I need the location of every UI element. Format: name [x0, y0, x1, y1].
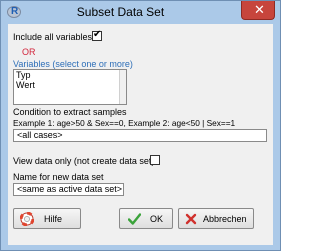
view-data-only-checkbox[interactable]: [150, 155, 160, 165]
title-bar[interactable]: R Subset Data Set ✕: [1, 1, 280, 23]
view-data-only-label: View data only (not create data set): [13, 156, 155, 166]
include-all-variables-checkbox[interactable]: ✔: [92, 29, 102, 41]
dialog-window: R Subset Data Set ✕ Include all variable…: [0, 0, 281, 251]
cancel-button[interactable]: Abbrechen: [178, 208, 254, 229]
close-button[interactable]: ✕: [241, 1, 275, 20]
cancel-x-icon: [185, 213, 197, 225]
close-icon: ✕: [254, 2, 265, 17]
lifebuoy-icon: [20, 212, 34, 226]
checkmark-ok-icon: [128, 213, 141, 225]
window-title: Subset Data Set: [76, 5, 165, 19]
new-data-set-name-label: Name for new data set: [13, 172, 104, 182]
help-button-label: Hilfe: [44, 214, 63, 224]
help-button[interactable]: Hilfe: [13, 208, 81, 229]
include-all-variables-label: Include all variables: [13, 32, 93, 42]
ok-button[interactable]: OK: [119, 208, 173, 229]
variable-item-typ[interactable]: Typ: [14, 70, 126, 80]
variable-item-wert[interactable]: Wert: [14, 80, 126, 90]
checkmark-icon: ✔: [93, 29, 102, 40]
or-label: OR: [22, 47, 36, 57]
condition-label: Condition to extract samples: [13, 107, 127, 117]
condition-example-text: Example 1: age>50 & Sex==0, Example 2: a…: [13, 118, 236, 128]
new-data-set-name-input[interactable]: <same as active data set>: [13, 183, 124, 196]
variables-listbox[interactable]: Typ Wert: [13, 69, 127, 105]
dialog-client-area: Include all variables ✔ OR Variables (se…: [8, 24, 273, 245]
listbox-scrollbar[interactable]: [119, 70, 126, 104]
ok-button-label: OK: [150, 214, 164, 224]
condition-input[interactable]: <all cases>: [13, 129, 267, 142]
variables-label: Variables (select one or more): [13, 59, 133, 69]
cancel-button-label: Abbrechen: [203, 214, 247, 224]
